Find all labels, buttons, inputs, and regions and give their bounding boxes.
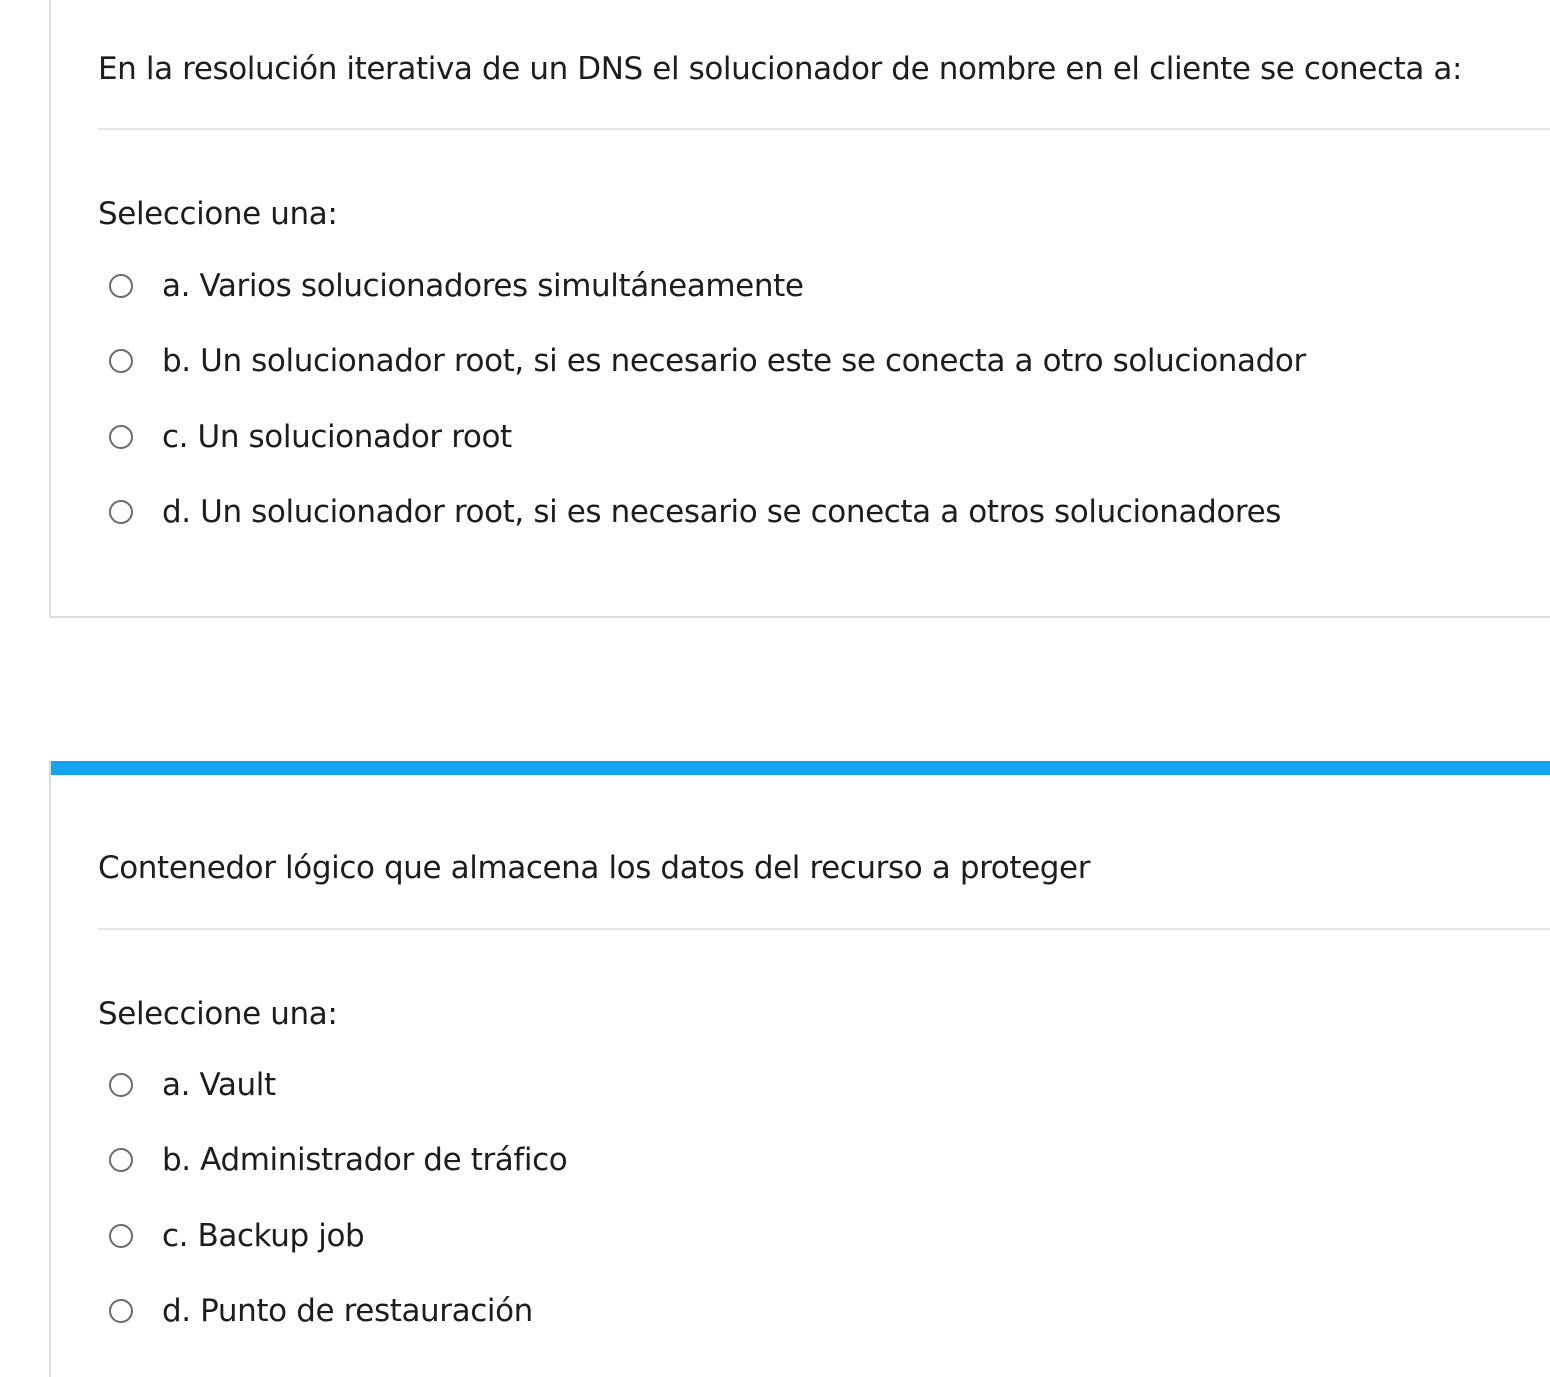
radio-button[interactable] — [109, 500, 133, 525]
answer-label: c. Backup job — [162, 1217, 365, 1254]
radio-button[interactable] — [109, 349, 133, 374]
question-card-2: Contenedor lógico que almacena los datos… — [49, 761, 1550, 1377]
answer-options: a. Varios solucionadores simultáneamente… — [109, 248, 1550, 550]
question-card-1: En la resolución iterativa de un DNS el … — [49, 0, 1550, 618]
answer-label: a. Varios solucionadores simultáneamente — [162, 267, 804, 304]
answer-prompt: Seleccione una: — [98, 196, 338, 232]
radio-button[interactable] — [109, 1299, 133, 1324]
radio-button[interactable] — [109, 1148, 133, 1173]
question-text: En la resolución iterativa de un DNS el … — [98, 51, 1463, 87]
answer-option-b[interactable]: b. Administrador de tráfico — [109, 1123, 1550, 1199]
quiz-page: En la resolución iterativa de un DNS el … — [0, 0, 1550, 1377]
divider — [98, 128, 1550, 130]
answer-label: b. Administrador de tráfico — [162, 1142, 568, 1179]
radio-button[interactable] — [109, 424, 133, 449]
question-text: Contenedor lógico que almacena los datos… — [98, 850, 1091, 886]
answer-option-d[interactable]: d. Un solucionador root, si es necesario… — [109, 475, 1550, 551]
answer-options: a. Vault b. Administrador de tráfico c. … — [109, 1047, 1550, 1349]
radio-button[interactable] — [109, 1072, 133, 1097]
answer-label: d. Punto de restauración — [162, 1293, 533, 1330]
answer-option-c[interactable]: c. Un solucionador root — [109, 399, 1550, 475]
answer-option-c[interactable]: c. Backup job — [109, 1198, 1550, 1274]
radio-button[interactable] — [109, 1223, 133, 1248]
answer-label: a. Vault — [162, 1066, 276, 1103]
answer-label: d. Un solucionador root, si es necesario… — [162, 494, 1282, 531]
card-accent-bar — [51, 761, 1550, 775]
answer-option-a[interactable]: a. Varios solucionadores simultáneamente — [109, 248, 1550, 324]
answer-option-d[interactable]: d. Punto de restauración — [109, 1274, 1550, 1350]
answer-prompt: Seleccione una: — [98, 996, 338, 1032]
answer-label: b. Un solucionador root, si es necesario… — [162, 343, 1306, 380]
answer-label: c. Un solucionador root — [162, 418, 512, 455]
answer-option-a[interactable]: a. Vault — [109, 1047, 1550, 1123]
radio-button[interactable] — [109, 273, 133, 298]
divider — [98, 928, 1550, 930]
answer-option-b[interactable]: b. Un solucionador root, si es necesario… — [109, 324, 1550, 400]
